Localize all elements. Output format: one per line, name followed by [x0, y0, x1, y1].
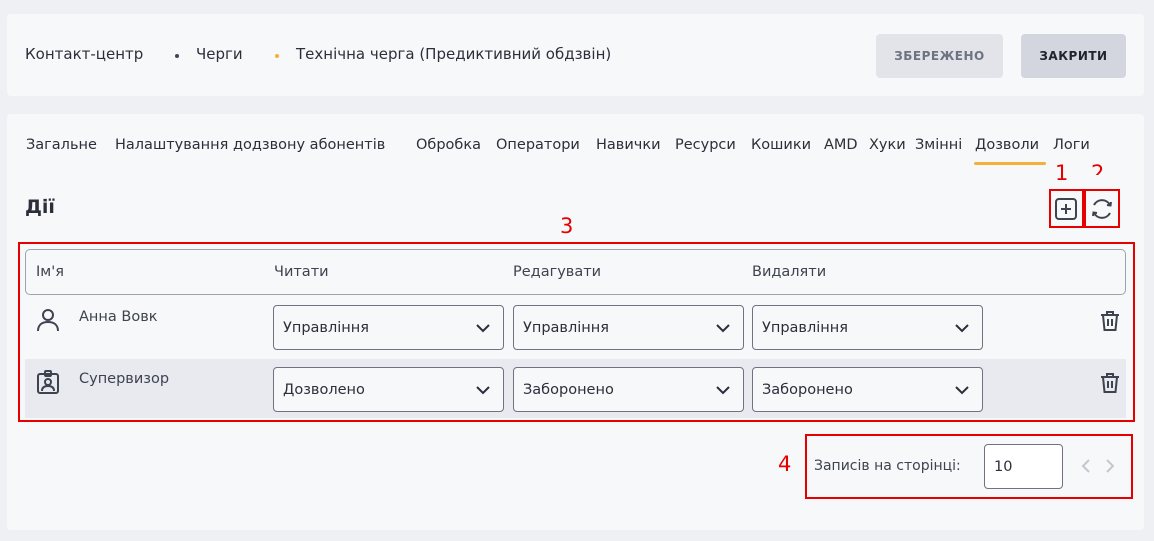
tab-amd[interactable]: AMD [824, 137, 858, 153]
active-tab-indicator [974, 162, 1046, 165]
tab-resources[interactable]: Ресурси [675, 137, 736, 153]
annotation-box-3 [18, 242, 1135, 422]
header-bar: Контакт-центр Черги Технічна черга (Пред… [7, 14, 1144, 96]
tab-general[interactable]: Загальне [26, 137, 97, 153]
tab-hooks[interactable]: Хуки [869, 137, 906, 153]
tab-permissions[interactable]: Дозволи [975, 137, 1039, 153]
breadcrumb-item-current: Технічна черга (Предиктивний обдзвін) [296, 45, 612, 63]
annotation-box-4 [805, 434, 1133, 499]
tab-skills[interactable]: Навички [596, 137, 661, 153]
tab-variables[interactable]: Змінні [915, 137, 962, 153]
annotation-label-3: 3 [560, 214, 574, 238]
tab-processing[interactable]: Обробка [416, 137, 481, 153]
close-button[interactable]: ЗАКРИТИ [1021, 34, 1126, 78]
tab-baskets[interactable]: Кошики [751, 137, 811, 153]
section-title: Дії [25, 196, 55, 218]
tab-operators[interactable]: Оператори [496, 137, 580, 153]
breadcrumb-item-contact-center[interactable]: Контакт-центр [25, 45, 143, 63]
breadcrumb-item-queues[interactable]: Черги [196, 45, 243, 63]
annotation-box-1 [1049, 189, 1084, 228]
annotation-label-1: 1 [1055, 161, 1069, 185]
tab-logs[interactable]: Логи [1053, 137, 1090, 153]
saved-button[interactable]: ЗБЕРЕЖЕНО [876, 34, 1003, 78]
annotation-box-2 [1084, 189, 1120, 228]
breadcrumb-separator-active [275, 54, 279, 58]
annotation-label-4: 4 [778, 452, 792, 476]
tab-dial-settings[interactable]: Налаштування додзвону абонентів [115, 137, 385, 153]
annotation-label-2: 2 [1091, 161, 1105, 175]
breadcrumb-separator [175, 54, 179, 58]
